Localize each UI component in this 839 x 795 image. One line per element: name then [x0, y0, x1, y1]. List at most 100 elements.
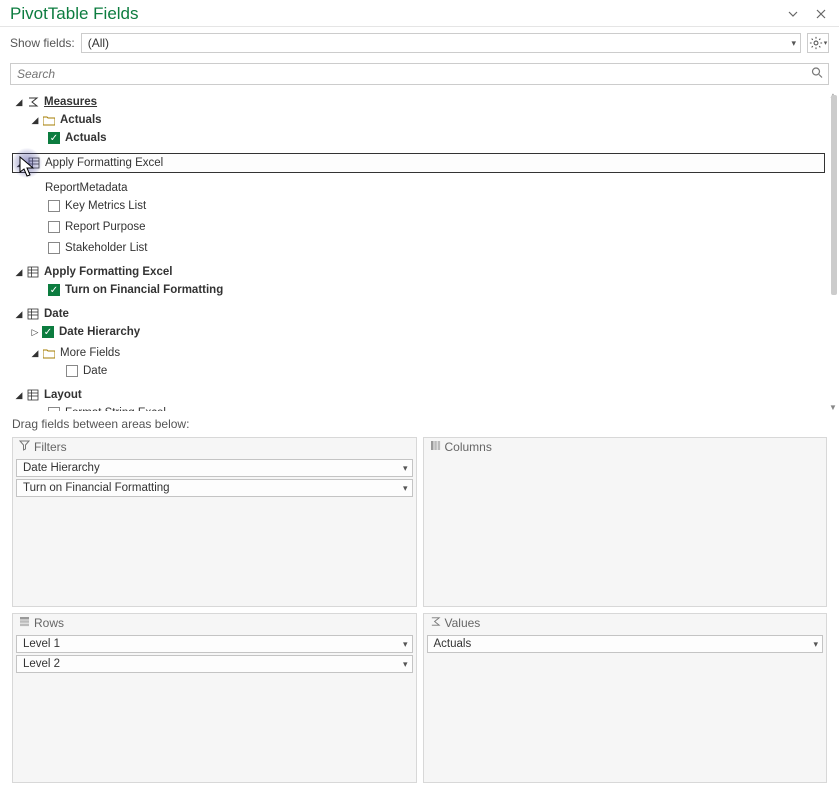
show-fields-row: Show fields: (All) ▾ ▾: [0, 27, 839, 59]
table-row[interactable]: Key Metrics List: [12, 197, 827, 215]
show-fields-dropdown[interactable]: (All) ▾: [81, 33, 801, 53]
checkbox-checked[interactable]: ✓: [48, 284, 60, 296]
chevron-down-icon[interactable]: ▾: [813, 639, 818, 650]
rows-area[interactable]: Rows Level 1 ▾ Level 2 ▾: [12, 613, 417, 783]
sigma-icon: [430, 616, 441, 630]
tree-label: Date: [44, 308, 69, 320]
sigma-icon: [26, 96, 39, 109]
close-icon[interactable]: [811, 4, 831, 24]
table-row[interactable]: Format String Excel: [12, 404, 827, 411]
table-row[interactable]: Report Purpose: [12, 218, 827, 236]
page-title: PivotTable Fields: [10, 4, 139, 24]
table-row[interactable]: ◢ Layout: [12, 386, 827, 404]
tree-label: Stakeholder List: [65, 242, 147, 254]
tree-label: More Fields: [60, 347, 120, 359]
filters-area[interactable]: Filters Date Hierarchy ▾ Turn on Financi…: [12, 437, 417, 607]
area-title: Filters: [34, 440, 67, 454]
table-icon: [26, 389, 39, 402]
table-row[interactable]: ✓ Actuals: [12, 129, 827, 147]
pane-header: PivotTable Fields: [0, 0, 839, 27]
tree-label: Apply Formatting Excel: [44, 266, 172, 278]
collapse-icon[interactable]: ◢: [14, 267, 24, 277]
table-row[interactable]: ◢ More Fields: [12, 344, 827, 362]
field-pill[interactable]: Level 1 ▾: [16, 635, 413, 653]
columns-area[interactable]: Columns: [423, 437, 828, 607]
collapse-icon[interactable]: ◢: [14, 97, 24, 107]
collapse-icon[interactable]: ◢: [15, 158, 25, 168]
table-row[interactable]: ▷ ✓ Date Hierarchy: [12, 323, 827, 341]
field-pill[interactable]: Level 2 ▾: [16, 655, 413, 673]
checkbox-checked[interactable]: ✓: [48, 132, 60, 144]
drag-label: Drag fields between areas below:: [0, 411, 839, 437]
tree-label: Actuals: [65, 132, 107, 144]
checkbox[interactable]: [66, 365, 78, 377]
collapse-icon[interactable]: ◢: [14, 309, 24, 319]
areas-grid: Filters Date Hierarchy ▾ Turn on Financi…: [0, 437, 839, 795]
columns-icon: [430, 440, 441, 454]
tree-label: Layout: [44, 389, 82, 401]
tree-label: Actuals: [60, 114, 102, 126]
checkbox[interactable]: [48, 242, 60, 254]
checkbox[interactable]: [48, 200, 60, 212]
chevron-down-icon[interactable]: ▾: [403, 463, 408, 474]
table-row[interactable]: ◢ Apply Formatting Excel: [12, 263, 827, 281]
collapse-icon[interactable]: ◢: [14, 390, 24, 400]
area-title: Values: [445, 616, 481, 630]
table-row[interactable]: Stakeholder List: [12, 239, 827, 257]
area-title: Rows: [34, 616, 64, 630]
field-pill[interactable]: Turn on Financial Formatting ▾: [16, 479, 413, 497]
checkbox-checked[interactable]: ✓: [42, 326, 54, 338]
area-title: Columns: [445, 440, 492, 454]
folder-icon: [42, 114, 55, 127]
pill-label: Level 1: [23, 638, 60, 650]
field-pill[interactable]: Date Hierarchy ▾: [16, 459, 413, 477]
chevron-down-icon: ▾: [824, 39, 828, 47]
table-row[interactable]: ◢ Actuals: [12, 111, 827, 129]
checkbox[interactable]: [48, 221, 60, 233]
field-pill[interactable]: Actuals ▾: [427, 635, 824, 653]
show-fields-label: Show fields:: [10, 36, 75, 50]
scrollbar[interactable]: ▲ ▼: [829, 93, 837, 409]
tree-label: Date: [83, 365, 107, 377]
search-icon: [811, 67, 823, 82]
tree-label: Report Purpose: [65, 221, 146, 233]
tree-label: Turn on Financial Formatting: [65, 284, 223, 296]
show-fields-value: (All): [88, 36, 109, 50]
header-controls: [783, 4, 831, 24]
field-tree[interactable]: ◢ Measures ◢ Actuals ✓ Actuals ◢ Apply F…: [0, 91, 839, 411]
table-icon: [26, 308, 39, 321]
checkbox[interactable]: [48, 407, 60, 411]
table-row[interactable]: ◢ Date: [12, 305, 827, 323]
tree-label: Key Metrics List: [65, 200, 146, 212]
chevron-down-icon: ▾: [791, 38, 796, 49]
values-area[interactable]: Values Actuals ▾: [423, 613, 828, 783]
table-icon: [27, 157, 40, 170]
table-row[interactable]: Date: [12, 362, 827, 380]
table-row[interactable]: ◢ Measures: [12, 93, 827, 111]
chevron-down-icon[interactable]: ▾: [403, 483, 408, 494]
expand-icon[interactable]: ▷: [30, 327, 40, 337]
search-row: [0, 59, 839, 91]
tree-label: Apply Formatting Excel: [45, 157, 163, 169]
pill-label: Actuals: [434, 638, 472, 650]
filter-icon: [19, 440, 30, 454]
tree-label: ReportMetadata: [45, 182, 127, 194]
tree-label: Date Hierarchy: [59, 326, 140, 338]
chevron-down-icon[interactable]: ▾: [403, 639, 408, 650]
tree-label: Measures: [44, 96, 97, 108]
chevron-down-icon[interactable]: [783, 4, 803, 24]
pill-label: Level 2: [23, 658, 60, 670]
search-input[interactable]: [10, 63, 829, 85]
pill-label: Turn on Financial Formatting: [23, 482, 170, 494]
table-icon: [26, 266, 39, 279]
rows-icon: [19, 616, 30, 630]
tree-label: Format String Excel: [65, 407, 166, 411]
table-row[interactable]: ✓ Turn on Financial Formatting: [12, 281, 827, 299]
pill-label: Date Hierarchy: [23, 462, 100, 474]
collapse-icon[interactable]: ◢: [30, 115, 40, 125]
collapse-icon[interactable]: ◢: [30, 348, 40, 358]
table-row-selected[interactable]: ◢ Apply Formatting Excel: [12, 153, 825, 173]
table-row[interactable]: ◢ ReportMetadata: [12, 179, 827, 197]
tools-dropdown[interactable]: ▾: [807, 33, 829, 53]
chevron-down-icon[interactable]: ▾: [403, 659, 408, 670]
